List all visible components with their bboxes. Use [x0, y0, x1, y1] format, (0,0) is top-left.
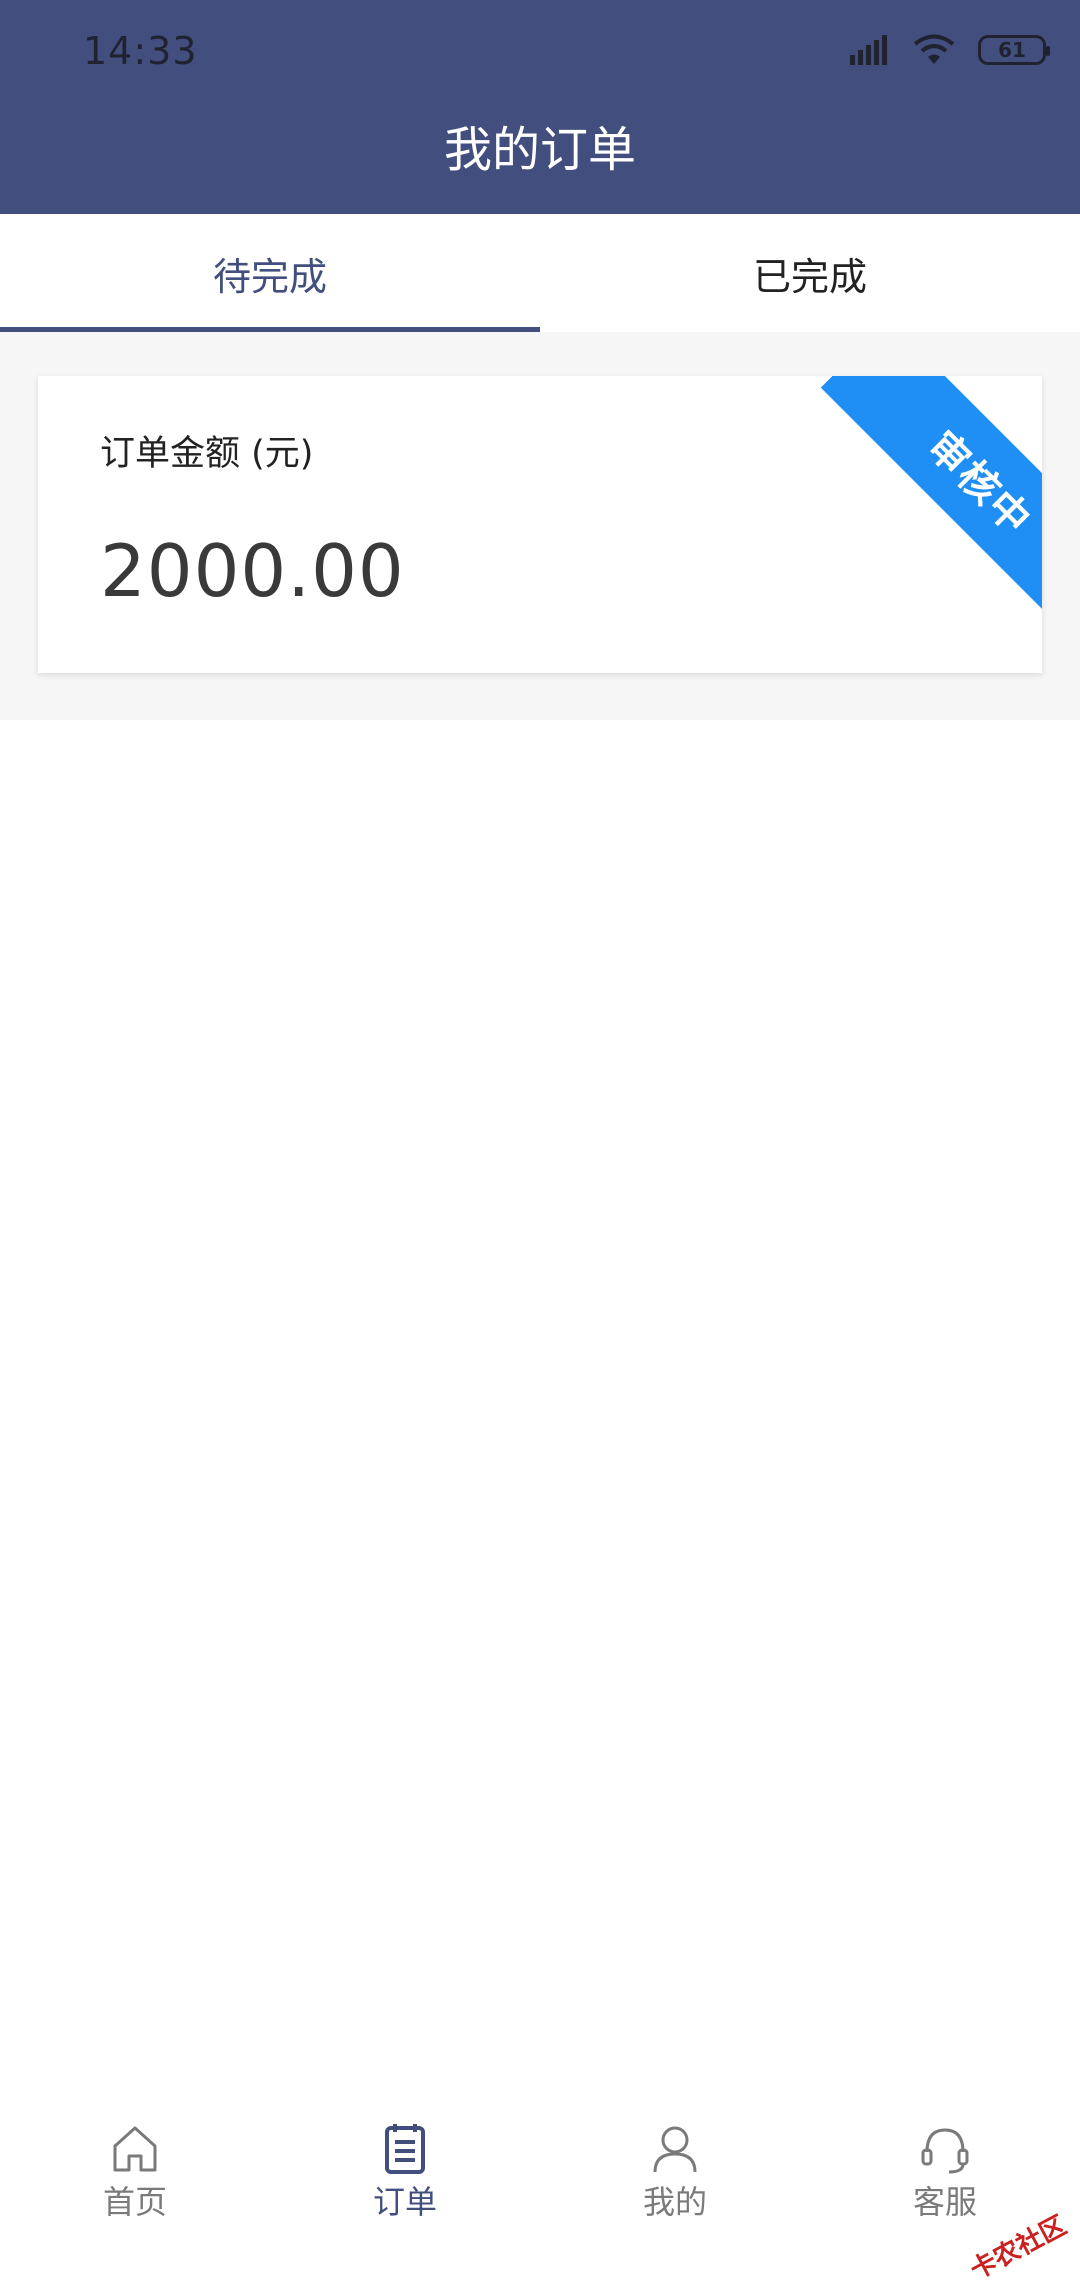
order-amount: 2000.00 — [100, 526, 405, 616]
page-title: 我的订单 — [0, 118, 1080, 182]
order-tabs: 待完成 已完成 — [0, 214, 1080, 332]
nav-orders[interactable]: 订单 — [270, 2098, 540, 2248]
nav-service-label: 客服 — [913, 2180, 977, 2224]
tab-pending[interactable]: 待完成 — [0, 214, 540, 332]
order-list: 订单金额 (元) 2000.00 审核中 — [0, 332, 1080, 720]
battery-level: 61 — [998, 38, 1026, 62]
home-icon — [105, 2118, 165, 2178]
wifi-icon — [912, 34, 956, 66]
status-ribbon: 审核中 — [821, 376, 1042, 626]
user-icon — [645, 2118, 705, 2178]
signal-icon — [850, 35, 890, 65]
order-card[interactable]: 订单金额 (元) 2000.00 审核中 — [38, 376, 1042, 673]
nav-home[interactable]: 首页 — [0, 2098, 270, 2248]
status-time: 14:33 — [83, 28, 198, 74]
nav-home-label: 首页 — [103, 2180, 167, 2224]
bottom-nav: 首页 订单 我的 客服 — [0, 2098, 1080, 2248]
tab-completed[interactable]: 已完成 — [540, 214, 1080, 332]
nav-mine[interactable]: 我的 — [540, 2098, 810, 2248]
status-ribbon-wrap: 审核中 — [792, 376, 1042, 626]
nav-mine-label: 我的 — [643, 2180, 707, 2224]
nav-orders-label: 订单 — [373, 2180, 437, 2224]
status-icons: 61 — [850, 30, 1046, 70]
app-header: 14:33 61 我的订单 — [0, 0, 1080, 214]
order-list-icon — [375, 2118, 435, 2178]
headset-icon — [915, 2118, 975, 2178]
battery-icon: 61 — [978, 35, 1046, 65]
order-amount-label: 订单金额 (元) — [100, 430, 313, 478]
